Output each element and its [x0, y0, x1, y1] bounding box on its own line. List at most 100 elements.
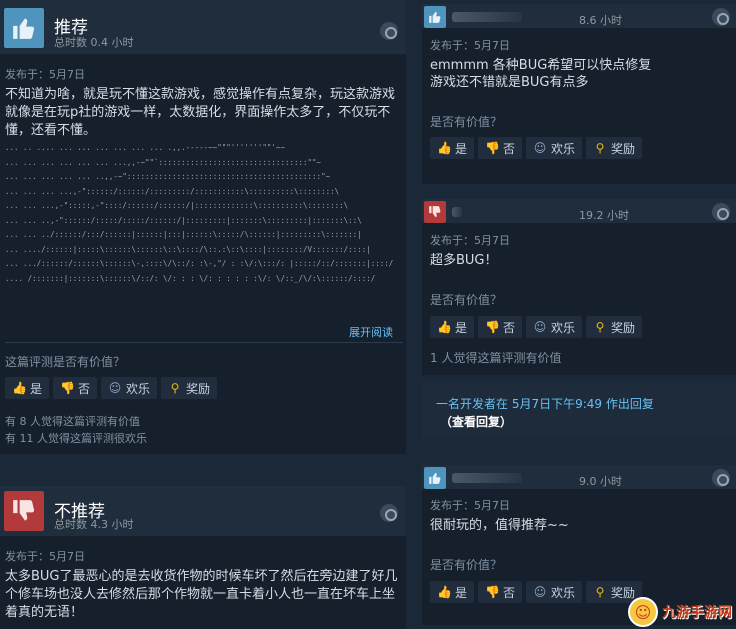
vote-funny-label: 欢乐: [551, 141, 576, 156]
steam-icon[interactable]: [712, 203, 730, 221]
helpful-count: 有 8 人觉得这篇评测有价值: [5, 415, 140, 428]
right-column: 8.6 小时 发布于：5月7日 emmmm 各种BUG希望可以快点修复 游戏还不…: [422, 0, 736, 629]
view-reply-link[interactable]: （查看回复）: [440, 413, 512, 430]
review-header: 9.0 小时: [422, 465, 736, 489]
vote-funny-button[interactable]: ☺ 欢乐: [101, 377, 158, 399]
review-text-line: 很耐玩的，值得推荐~~: [430, 518, 569, 533]
vote-yes-button[interactable]: 👍 是: [430, 581, 475, 603]
expand-review-link[interactable]: 展开阅读: [349, 324, 393, 340]
review-text-line: emmmm 各种BUG希望可以快点修复: [430, 58, 652, 73]
posted-date: 发布于：5月7日: [430, 499, 510, 512]
ascii-art: ... .. .... ... ... ... ... ... ... .,,.…: [5, 141, 405, 286]
review-card-not-recommended: 不推荐 总时数 4.3 小时 发布于：5月7日 太多BUG了最恶心的是去收货作物…: [0, 486, 406, 629]
left-column: 推荐 总时数 0.4 小时 发布于：5月7日 不知道为啥，就是玩不懂这款游戏，感…: [0, 0, 408, 629]
review-hours: 9.0 小时: [579, 475, 622, 488]
thumbs-up-icon: [424, 467, 446, 489]
thumbs-down-icon: 👎: [485, 320, 500, 334]
helpful-question: 是否有价值？: [430, 115, 503, 129]
site-watermark: ☺ 九游手游网: [628, 597, 732, 627]
ascii-line: .... /:::::::|:::::::\::::::\/::/: \/: :…: [5, 273, 376, 283]
vote-no-button[interactable]: 👎 否: [478, 581, 523, 603]
review-header: 8.6 小时: [422, 4, 736, 28]
smile-icon: ☺: [108, 381, 122, 395]
award-icon: ⚲: [595, 141, 605, 155]
vote-buttons: 👍 是 👎 否 ☺ 欢乐 ⚲ 奖励: [5, 377, 218, 399]
vote-no-button[interactable]: 👎 否: [478, 316, 523, 338]
thumbs-down-icon: [4, 491, 44, 531]
ascii-line: ... .. .... ... ... ... ... ... ... .,,.…: [5, 143, 285, 152]
review-header: 推荐 总时数 0.4 小时: [0, 0, 406, 54]
author-name-blurred: [452, 473, 522, 483]
ascii-line: ... ... ../::::::/:::/::::::|::::::|:::|…: [5, 230, 362, 239]
vote-funny-button[interactable]: ☺ 欢乐: [526, 581, 583, 603]
review-hours: 8.6 小时: [579, 14, 622, 27]
posted-date: 发布于：5月7日: [5, 68, 85, 81]
vote-yes-label: 是: [455, 320, 468, 335]
vote-yes-button[interactable]: 👍 是: [430, 137, 475, 159]
vote-buttons: 👍 是 👎 否 ☺ 欢乐 ⚲ 奖励: [430, 137, 643, 159]
steam-icon[interactable]: [712, 469, 730, 487]
developer-reply-box: 一名开发者在 5月7日下午9:49 作出回复 （查看回复）: [422, 383, 736, 437]
award-label: 奖励: [611, 141, 636, 156]
developer-reply-notice: 一名开发者在 5月7日下午9:49 作出回复: [436, 397, 654, 411]
smile-icon: ☺: [533, 320, 547, 334]
author-name-blurred: [452, 207, 462, 217]
helpful-question: 是否有价值？: [430, 293, 503, 307]
ascii-line: ... ... ... ...,-"::::::/::::::/::::::::…: [5, 186, 340, 196]
ascii-line: ... ... ... ... ... ..,,-~":::::::::::::…: [5, 172, 331, 181]
thumbs-down-icon: [424, 201, 446, 223]
thumbs-up-icon: [424, 6, 446, 28]
ascii-line: ... ... ...,-":::::,-"::::/::::::/::::::…: [5, 201, 349, 210]
thumbs-down-icon: 👎: [60, 381, 75, 395]
ascii-line: ... .../::::::/::::::\::::::\-,::::\/\::…: [5, 259, 394, 268]
vote-yes-label: 是: [455, 585, 468, 600]
ascii-line: ... ..../::::::|:::::\::::::\::::::\::\:…: [5, 244, 371, 254]
review-text: 太多BUG了最恶心的是去收货作物的时候车坏了然后在旁边建了好几个修车场也没人去修…: [5, 569, 398, 620]
vote-buttons: 👍 是 👎 否 ☺ 欢乐 ⚲ 奖励: [430, 316, 643, 338]
funny-count: 有 11 人觉得这篇评测很欢乐: [5, 432, 147, 445]
award-button[interactable]: ⚲ 奖励: [161, 377, 218, 399]
award-label: 奖励: [186, 381, 211, 396]
vote-no-label: 否: [503, 585, 516, 600]
vote-funny-label: 欢乐: [551, 585, 576, 600]
helpful-question: 是否有价值？: [430, 558, 503, 572]
vote-no-label: 否: [503, 320, 516, 335]
watermark-text: 九游手游网: [662, 605, 732, 621]
posted-date: 发布于：5月7日: [5, 550, 85, 563]
ascii-line: ... ... ... ... ... ... ...,,-~""`::::::…: [5, 157, 322, 167]
vote-no-button[interactable]: 👎 否: [478, 137, 523, 159]
award-label: 奖励: [611, 320, 636, 335]
smile-icon: ☺: [533, 141, 547, 155]
review-text-line: 超多BUG！: [430, 253, 498, 268]
review-hours: 19.2 小时: [579, 209, 629, 222]
steam-icon[interactable]: [712, 8, 730, 26]
vote-funny-button[interactable]: ☺ 欢乐: [526, 316, 583, 338]
award-button[interactable]: ⚲ 奖励: [586, 316, 643, 338]
steam-icon[interactable]: [380, 22, 398, 40]
vote-buttons: 👍 是 👎 否 ☺ 欢乐 ⚲ 奖励: [430, 581, 643, 603]
posted-date: 发布于：5月7日: [430, 39, 510, 52]
thumbs-down-icon: 👎: [485, 141, 500, 155]
vote-no-label: 否: [503, 141, 516, 156]
vote-yes-button[interactable]: 👍 是: [430, 316, 475, 338]
helpful-count: 1 人觉得这篇评测有价值: [430, 351, 562, 365]
review-text: 不知道为啥，就是玩不懂这款游戏，感觉操作有点复杂，玩这款游戏就像是在玩p社的游戏…: [5, 87, 396, 138]
steam-icon[interactable]: [380, 504, 398, 522]
review-card-recommended: 推荐 总时数 0.4 小时 发布于：5月7日 不知道为啥，就是玩不懂这款游戏，感…: [0, 0, 406, 454]
watermark-logo-icon: ☺: [628, 597, 658, 627]
helpful-question: 这篇评测是否有价值？: [5, 355, 126, 369]
award-button[interactable]: ⚲ 奖励: [586, 137, 643, 159]
posted-date: 发布于：5月7日: [430, 234, 510, 247]
award-icon: ⚲: [170, 381, 180, 395]
review-text-line: 游戏还不错就是BUG有点多: [430, 75, 589, 90]
vote-yes-label: 是: [30, 381, 43, 396]
review-header: 19.2 小时: [422, 199, 736, 223]
vote-funny-label: 欢乐: [126, 381, 151, 396]
vote-yes-button[interactable]: 👍 是: [5, 377, 50, 399]
thumbs-up-icon: 👍: [437, 320, 452, 334]
vote-no-button[interactable]: 👎 否: [53, 377, 98, 399]
vote-funny-button[interactable]: ☺ 欢乐: [526, 137, 583, 159]
divider: [5, 342, 403, 343]
vote-no-label: 否: [78, 381, 91, 396]
thumbs-up-icon: 👍: [12, 381, 27, 395]
